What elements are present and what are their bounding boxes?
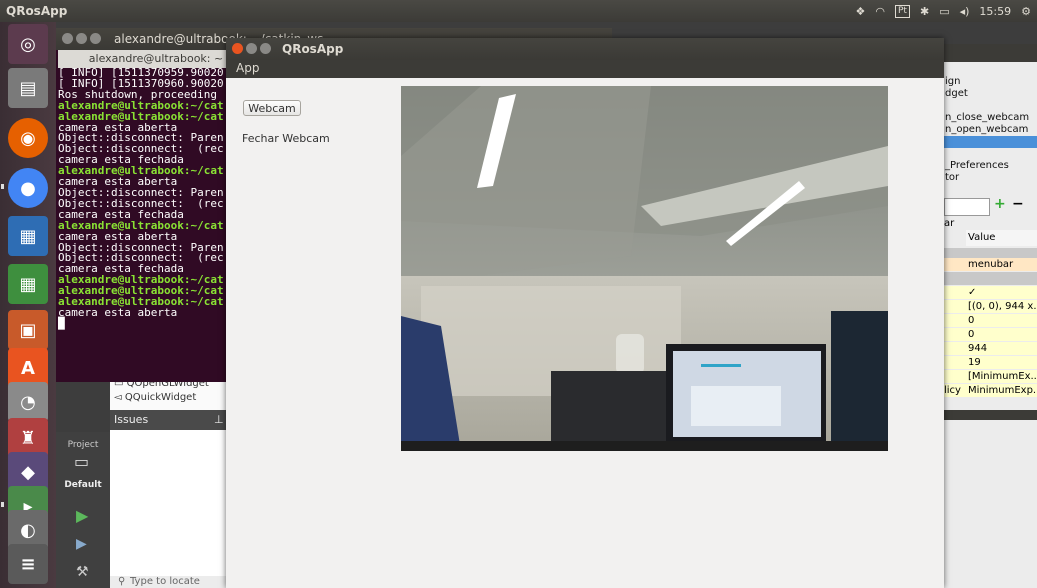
firefox-icon[interactable]: ◉ <box>8 118 48 158</box>
list-item[interactable] <box>944 100 1037 112</box>
battery-icon[interactable]: ▭ <box>939 5 949 18</box>
list-item[interactable]: n_close_webcam <box>944 112 1037 124</box>
layers-icon[interactable]: ≡ <box>8 544 48 584</box>
files-icon[interactable]: ▤ <box>8 68 48 108</box>
debug-run-icon[interactable]: ▶ <box>76 536 87 552</box>
table-row[interactable]: 0 <box>944 314 1037 327</box>
list-item-selected[interactable] <box>944 136 1037 148</box>
hammer-icon[interactable]: ⚒ <box>76 564 89 580</box>
wifi-icon[interactable]: ◠ <box>875 5 885 18</box>
second-monitor <box>831 311 888 451</box>
qrosapp-titlebar[interactable]: QRosApp <box>226 38 944 60</box>
table-row[interactable]: [MinimumEx... <box>944 370 1037 383</box>
remove-icon[interactable]: − <box>1012 196 1024 212</box>
table-row[interactable]: [(0, 0), 944 x... <box>944 300 1037 313</box>
designer-side-panel: ign dget n_close_webcam n_open_webcam _P… <box>944 44 1037 588</box>
list-item[interactable]: tor <box>944 172 1037 184</box>
minimize-icon[interactable] <box>246 43 257 54</box>
calc-icon[interactable]: ▦ <box>8 264 48 304</box>
clock[interactable]: 15:59 <box>979 5 1011 18</box>
table-row[interactable]: licy MinimumExp... <box>944 384 1037 397</box>
running-indicator <box>1 184 4 189</box>
property-header: ar <box>944 218 955 229</box>
issues-bar[interactable]: Issues ⊥ <box>110 410 228 430</box>
filter-input[interactable] <box>944 198 990 216</box>
unity-launcher: ◎ ▤ ◉ ● ▦ ▦ ▣ A ◔ ♜ ◆ ▸ ◐ ≡ <box>0 22 56 588</box>
run-icon[interactable]: ▶ <box>76 506 88 525</box>
writer-icon[interactable]: ▦ <box>8 216 48 256</box>
webcam-feed <box>401 86 888 451</box>
table-row[interactable]: 944 <box>944 342 1037 355</box>
value-header: Value <box>966 230 1037 246</box>
menu-app[interactable]: App <box>236 61 259 75</box>
terminal-tab[interactable]: alexandre@ultrabook: ~ × <box>58 50 254 68</box>
volume-icon[interactable]: ◂) <box>960 5 970 18</box>
minimize-icon[interactable] <box>76 33 87 44</box>
close-icon[interactable] <box>62 33 73 44</box>
table-row[interactable]: menubar <box>944 258 1037 271</box>
monitor-icon[interactable]: ▭ <box>74 452 89 471</box>
close-webcam-button[interactable]: Fechar Webcam <box>242 130 330 147</box>
maximize-icon[interactable] <box>90 33 101 44</box>
active-app-title: QRosApp <box>6 4 68 18</box>
menubar: App <box>226 60 944 78</box>
gear-icon[interactable]: ⚙ <box>1021 5 1031 18</box>
ubuntu-dash-icon[interactable]: ◎ <box>8 24 48 64</box>
impress-icon[interactable]: ▣ <box>8 310 48 350</box>
list-item[interactable]: ign <box>944 76 1037 88</box>
filter-icon[interactable]: ⊥ <box>214 413 224 426</box>
table-row[interactable]: 19 <box>944 356 1037 369</box>
search-icon: ⚲ <box>118 576 126 587</box>
terminal-line: █ <box>58 316 65 330</box>
tree-item[interactable]: ◅ QQuickWidget <box>114 392 196 403</box>
window-title: QRosApp <box>282 42 344 56</box>
running-indicator <box>1 502 4 507</box>
terminal-line: camera esta aberta <box>58 305 178 319</box>
disk-icon[interactable]: ◔ <box>8 382 48 422</box>
qrosapp-window[interactable]: QRosApp App Webcam Fechar Webcam <box>226 38 944 588</box>
keyboard-layout-indicator[interactable]: Pt <box>895 4 910 18</box>
ubuntu-top-bar: QRosApp ❖ ◠ Pt ✱ ▭ ◂) 15:59 ⚙ <box>0 0 1037 22</box>
dropbox-icon[interactable]: ❖ <box>856 5 866 18</box>
list-item[interactable]: dget <box>944 88 1037 100</box>
table-row[interactable]: 0 <box>944 328 1037 341</box>
issues-pane <box>110 430 228 576</box>
jar <box>616 334 644 374</box>
list-item[interactable]: _Preferences <box>944 160 1037 172</box>
list-item[interactable]: n_open_webcam <box>944 124 1037 136</box>
table-section <box>944 272 1037 285</box>
object-list: ign dget n_close_webcam n_open_webcam _P… <box>944 76 1037 184</box>
mode-sidebar: Project ▭ Default ▶ ▶ ⚒ <box>56 432 110 588</box>
table-row[interactable]: ✓ <box>944 286 1037 299</box>
maximize-icon[interactable] <box>260 43 271 54</box>
webcam-button[interactable]: Webcam <box>243 100 301 116</box>
close-icon[interactable] <box>232 43 243 54</box>
chrome-icon[interactable]: ● <box>8 168 48 208</box>
list-item[interactable] <box>944 148 1037 160</box>
terminal-output[interactable]: [ INFO] [1511370959.90020[ INFO] [151137… <box>58 68 228 330</box>
widget-icon: ◅ <box>114 392 125 403</box>
locate-bar[interactable]: ⚲ Type to locate <box>110 576 228 588</box>
add-icon[interactable]: + <box>994 196 1006 212</box>
bluetooth-icon[interactable]: ✱ <box>920 5 929 18</box>
indicator-area: ❖ ◠ Pt ✱ ▭ ◂) 15:59 ⚙ <box>856 0 1031 22</box>
